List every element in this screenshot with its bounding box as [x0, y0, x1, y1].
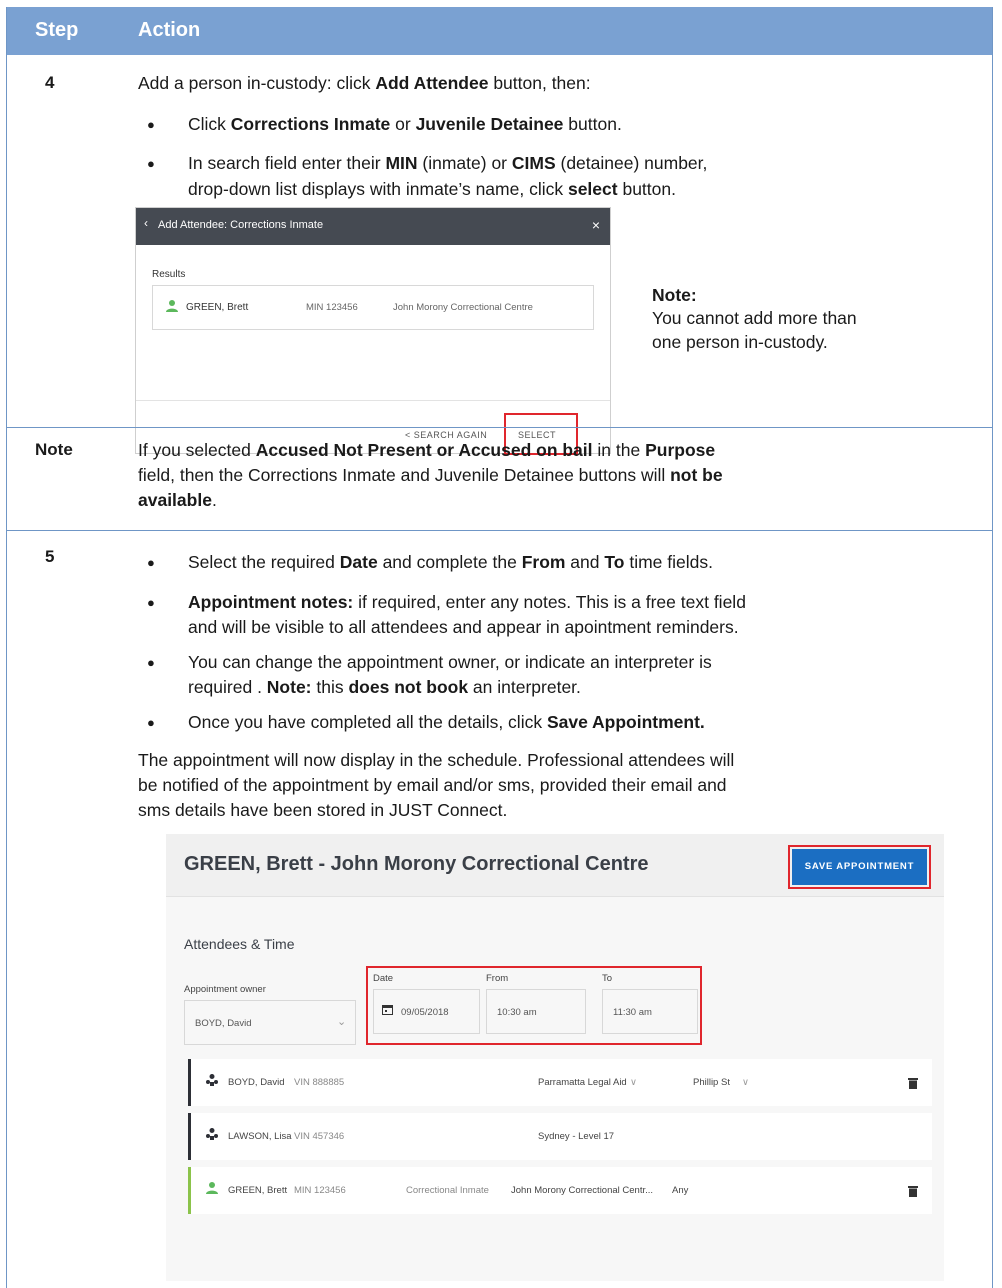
table-header: Step Action	[7, 7, 992, 55]
bullet-marker: ●	[147, 655, 155, 670]
appointment-screenshot: GREEN, Brett - John Morony Correctional …	[166, 834, 944, 1281]
close-icon[interactable]: ×	[592, 217, 600, 233]
row5-paragraph-line-3: sms details have been stored in JUST Con…	[138, 800, 508, 820]
attendee-row[interactable]: GREEN, Brett MIN 123456 Correctional Inm…	[188, 1167, 932, 1214]
note-line-1: You cannot add more than	[652, 308, 857, 328]
appointment-header: GREEN, Brett - John Morony Correctional …	[166, 834, 944, 897]
person-icon	[165, 299, 179, 318]
step-number-5: 5	[45, 547, 55, 566]
to-label: To	[602, 973, 613, 984]
date-field[interactable]: 09/05/2018	[373, 989, 480, 1034]
row4-bullet-2-line-1: In search field enter their MIN (inmate)…	[188, 153, 708, 173]
attendee-row[interactable]: LAWSON, Lisa VIN 457346 Sydney - Level 1…	[188, 1113, 932, 1160]
chevron-down-icon: ∨	[742, 1077, 749, 1088]
attendee-site: Phillip St	[693, 1077, 730, 1088]
back-chevron-icon[interactable]: ‹	[144, 216, 148, 230]
from-label: From	[486, 973, 509, 984]
note-title: Note:	[652, 285, 697, 305]
row-divider	[7, 530, 992, 531]
date-value: 09/05/2018	[401, 1007, 449, 1018]
trash-icon[interactable]	[908, 1077, 918, 1089]
attendee-location: Sydney - Level 17	[538, 1131, 615, 1142]
row-divider	[7, 427, 992, 428]
attendee-location: John Morony Correctional Centr...	[511, 1185, 654, 1196]
attendee-type: Correctional Inmate	[406, 1185, 489, 1196]
divider	[136, 400, 610, 401]
procedure-table: Step Action 4 Add a person in-custody: c…	[6, 7, 993, 1288]
person-group-icon	[205, 1073, 219, 1090]
bullet-marker: ●	[147, 715, 155, 730]
step-number-4: 4	[45, 73, 55, 92]
attendee-id: VIN 888885	[294, 1077, 345, 1088]
attendee-location: Parramatta Legal Aid	[538, 1077, 627, 1088]
result-min: MIN 123456	[306, 302, 358, 313]
from-field[interactable]: 10:30 am	[486, 989, 586, 1034]
to-value: 11:30 am	[613, 1007, 652, 1018]
dialog-title: Add Attendee: Corrections Inmate	[158, 219, 324, 231]
bullet-marker: ●	[147, 555, 155, 570]
note-row-line-1: If you selected Accused Not Present or A…	[138, 440, 716, 460]
person-group-icon	[205, 1127, 219, 1144]
row5-paragraph-line-2: be notified of the appointment by email …	[138, 775, 727, 795]
result-card[interactable]: GREEN, Brett MIN 123456 John Morony Corr…	[152, 285, 594, 330]
attendee-id: MIN 123456	[294, 1185, 346, 1196]
add-attendee-dialog-screenshot: ‹ Add Attendee: Corrections Inmate × Res…	[135, 207, 611, 455]
chevron-down-icon: ⌄	[337, 1016, 347, 1028]
trash-icon[interactable]	[908, 1185, 918, 1197]
save-appointment-button[interactable]: SAVE APPOINTMENT	[792, 849, 927, 885]
from-value: 10:30 am	[497, 1007, 537, 1018]
row5-bullet-1: Select the required Date and complete th…	[188, 552, 713, 572]
attendee-name: GREEN, Brett	[228, 1185, 288, 1196]
results-label: Results	[152, 269, 186, 280]
bullet-marker: ●	[147, 595, 155, 610]
note-row-label: Note	[35, 440, 73, 459]
row5-bullet-2-line-1: Appointment notes: if required, enter an…	[188, 592, 746, 612]
row5-bullet-2-line-2: and will be visible to all attendees and…	[188, 617, 739, 637]
bullet-marker: ●	[147, 117, 155, 132]
to-field[interactable]: 11:30 am	[602, 989, 698, 1034]
row4-bullet-1: Click Corrections Inmate or Juvenile Det…	[188, 114, 622, 134]
attendee-id: VIN 457346	[294, 1131, 345, 1142]
appointment-title: GREEN, Brett - John Morony Correctional …	[184, 853, 649, 875]
row5-paragraph-line-1: The appointment will now display in the …	[138, 750, 735, 770]
result-name: GREEN, Brett	[186, 302, 249, 313]
calendar-icon	[382, 1004, 393, 1018]
attendee-name: BOYD, David	[228, 1077, 285, 1088]
row4-bullet-2-line-2: drop-down list displays with inmate’s na…	[188, 179, 676, 199]
note-line-2: one person in-custody.	[652, 332, 828, 352]
row4-intro: Add a person in-custody: click Add Atten…	[138, 73, 591, 93]
row5-bullet-3-line-1: You can change the appointment owner, or…	[188, 652, 712, 672]
attendee-row[interactable]: BOYD, David VIN 888885 Parramatta Legal …	[188, 1059, 932, 1106]
date-label: Date	[373, 973, 394, 984]
row5-bullet-4: Once you have completed all the details,…	[188, 712, 705, 732]
owner-select[interactable]: BOYD, David ⌄	[184, 1000, 356, 1045]
person-icon	[205, 1181, 219, 1198]
header-action: Action	[138, 19, 201, 41]
note-row-line-3: available.	[138, 490, 217, 510]
bullet-marker: ●	[147, 156, 155, 171]
header-step: Step	[35, 19, 79, 41]
attendee-site: Any	[672, 1185, 689, 1196]
row5-bullet-3-line-2: required . Note: this does not book an i…	[188, 677, 581, 697]
owner-value: BOYD, David	[195, 1018, 252, 1029]
dialog-title-bar: ‹ Add Attendee: Corrections Inmate ×	[136, 208, 610, 245]
note-row-line-2: field, then the Corrections Inmate and J…	[138, 465, 723, 485]
chevron-down-icon: ∨	[630, 1077, 637, 1088]
owner-label: Appointment owner	[184, 984, 266, 995]
result-centre: John Morony Correctional Centre	[393, 302, 533, 313]
attendee-name: LAWSON, Lisa	[228, 1131, 292, 1142]
attendees-time-heading: Attendees & Time	[184, 936, 295, 952]
